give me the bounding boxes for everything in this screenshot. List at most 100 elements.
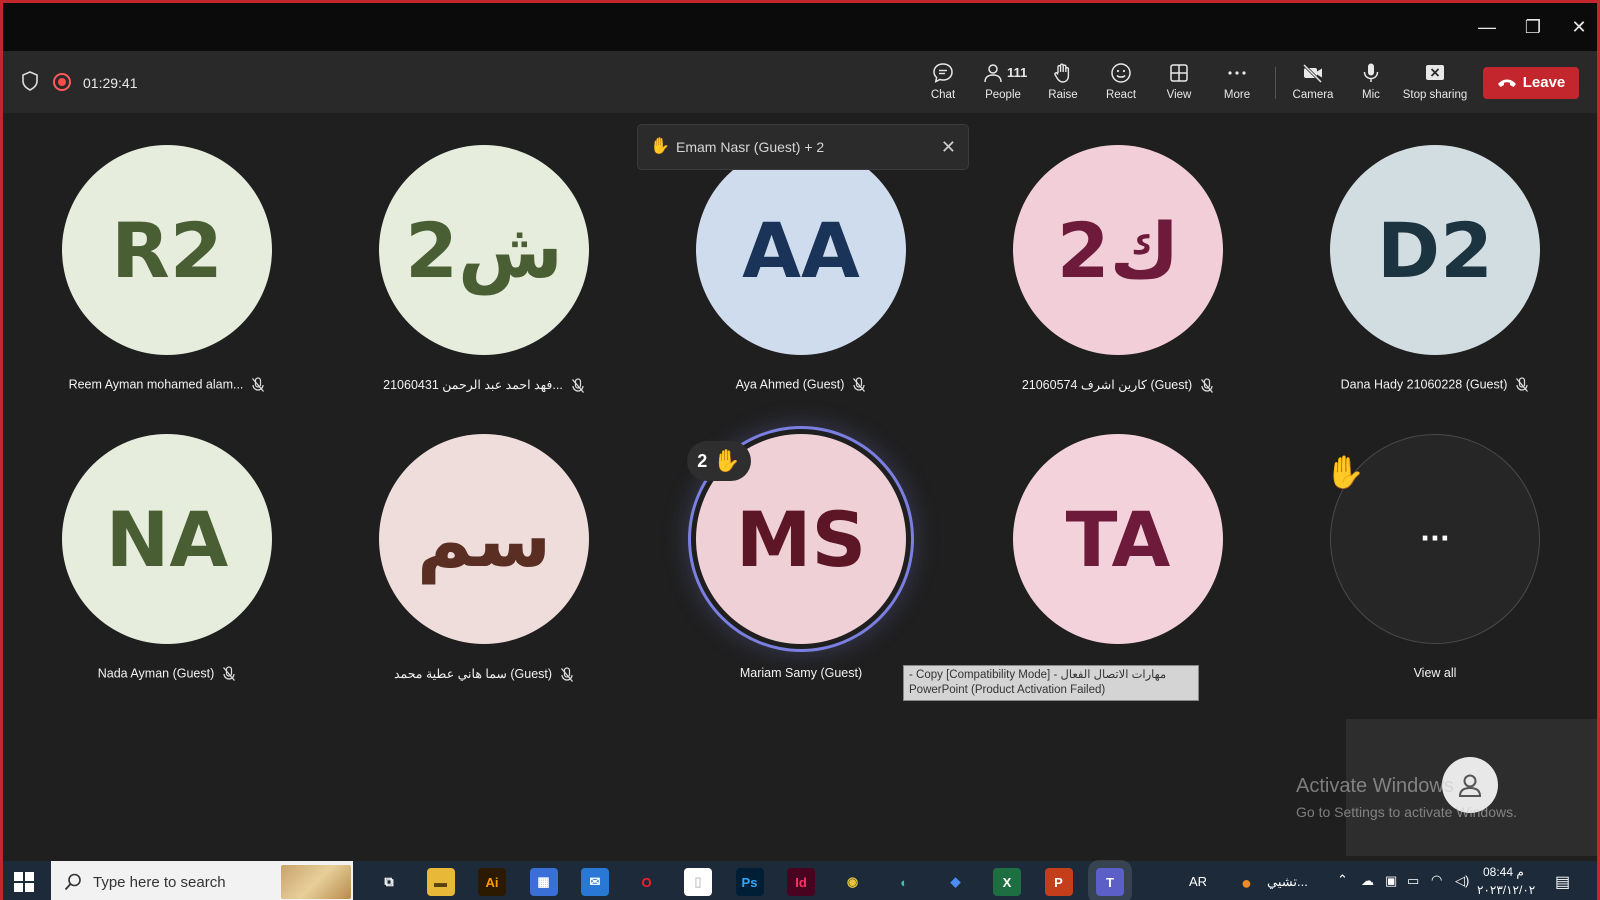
participant-tile[interactable]: AA Aya Ahmed (Guest): [651, 145, 951, 425]
participant-tile[interactable]: R2 Reem Ayman mohamed alam...: [17, 145, 317, 425]
raise-hand-button[interactable]: Raise: [1033, 61, 1093, 105]
mic-icon: [1363, 63, 1379, 82]
activate-windows-watermark: Activate Windows Go to Settings to activ…: [1296, 775, 1517, 820]
clock-time[interactable]: 08:44 م: [1483, 865, 1524, 879]
participant-tile[interactable]: D2 Dana Hady 21060228 (Guest): [1285, 145, 1585, 425]
wifi-icon[interactable]: ◠: [1431, 872, 1442, 888]
search-highlight-image: [281, 865, 351, 899]
grid-icon: [1170, 64, 1188, 82]
view-button[interactable]: View: [1149, 61, 1209, 105]
mic-off-icon: [223, 666, 236, 681]
meeting-timer: 01:29:41: [83, 75, 138, 91]
notifications-icon[interactable]: ▤: [1555, 872, 1570, 892]
avatar: TA: [1013, 434, 1223, 644]
ellipsis-icon: [1228, 71, 1246, 75]
more-button[interactable]: More: [1207, 61, 1267, 105]
view-label: View: [1166, 89, 1192, 101]
file-explorer-icon[interactable]: ▬: [426, 868, 455, 896]
teams-icon[interactable]: T: [1096, 868, 1124, 896]
react-label: React: [1105, 89, 1137, 101]
participant-name-row: Aya Ahmed (Guest): [651, 377, 951, 393]
avatar: NA: [62, 434, 272, 644]
mic-label: Mic: [1362, 89, 1380, 101]
powerpoint-icon[interactable]: P: [1044, 868, 1073, 896]
react-button[interactable]: React: [1091, 61, 1151, 105]
recording-icon: [53, 73, 71, 91]
people-button[interactable]: 111 People: [973, 61, 1033, 105]
chevron-up-icon[interactable]: ⌃: [1337, 872, 1348, 888]
meeting-toolbar: 01:29:41 Chat 111 People Raise React Vie…: [3, 51, 1597, 113]
camera-label: Camera: [1292, 89, 1334, 101]
maximize-button[interactable]: ❐: [1521, 15, 1545, 39]
participant-name: Nada Ayman (Guest): [97, 666, 215, 681]
meet-now-icon[interactable]: ▣: [1385, 873, 1397, 889]
mic-off-icon: [1201, 378, 1214, 393]
avatar: R2: [62, 145, 272, 355]
indesign-icon[interactable]: Id: [787, 868, 815, 896]
onedrive-icon[interactable]: ☁: [1361, 873, 1374, 889]
participant-name: Dana Hady 21060228 (Guest): [1340, 377, 1508, 392]
participant-name-row: فهد احمد عبد الرحمن 21060431...: [334, 377, 634, 394]
stop-share-icon: [1426, 65, 1444, 80]
participant-tile[interactable]: NA Nada Ayman (Guest): [17, 434, 317, 714]
language-indicator[interactable]: AR: [1189, 874, 1207, 889]
battery-icon[interactable]: ▭: [1407, 873, 1419, 889]
excel-icon[interactable]: X: [993, 868, 1021, 896]
mic-off-icon: [853, 377, 866, 392]
avatar: ك2: [1013, 145, 1223, 355]
photoshop-icon[interactable]: Ps: [735, 868, 764, 896]
raised-hand-badge: 2 ✋: [687, 441, 751, 481]
windows-taskbar: Type here to search ⧉ ▬ Ai ▦ ✉ O ▯ Ps Id ◉ ◐ ◆ X P T A…: [3, 861, 1597, 900]
opera-icon[interactable]: O: [633, 868, 661, 896]
activate-windows-title: Activate Windows: [1296, 775, 1454, 797]
chat-button[interactable]: Chat: [913, 61, 973, 105]
weather-text[interactable]: تشيي...: [1267, 874, 1308, 890]
raised-hand-notification[interactable]: ✋ Emam Nasr (Guest) + 2 ✕: [637, 124, 969, 170]
illustrator-icon[interactable]: Ai: [478, 868, 506, 896]
windows-start-icon[interactable]: [13, 871, 35, 893]
leave-label: Leave: [1522, 74, 1566, 91]
mic-off-icon: [252, 377, 265, 392]
participant-name-row: Nada Ayman (Guest): [17, 666, 317, 682]
participant-tile[interactable]: سم سما هاني عطية محمد (Guest): [334, 434, 634, 714]
participant-name-row: Reem Ayman mohamed alam...: [17, 377, 317, 393]
participant-name: Aya Ahmed (Guest): [735, 377, 845, 392]
avatar: سم: [379, 434, 589, 644]
hand-icon: [1054, 63, 1070, 83]
raised-hand-count: 2: [697, 450, 708, 471]
mail-icon[interactable]: ✉: [581, 868, 609, 896]
people-count: 111: [1007, 65, 1028, 80]
participant-name-row: سما هاني عطية محمد (Guest): [334, 666, 634, 683]
close-window-button[interactable]: ✕: [1567, 15, 1591, 39]
weather-icon: ●: [1241, 873, 1252, 893]
edge-icon[interactable]: ◐: [890, 868, 918, 896]
shield-icon[interactable]: [21, 71, 39, 91]
task-view-icon[interactable]: ⧉: [375, 868, 403, 896]
tooltip-line-1: مهارات الاتصال الفعال - Copy [Compatibil…: [909, 669, 1167, 681]
stop-sharing-button[interactable]: Stop sharing: [1399, 61, 1471, 105]
participant-tile[interactable]: ش2 فهد احمد عبد الرحمن 21060431...: [334, 145, 634, 425]
taskbar-search-box[interactable]: Type here to search: [51, 861, 353, 900]
minimize-button[interactable]: —: [1475, 15, 1499, 39]
notepad-icon[interactable]: ▯: [684, 868, 712, 896]
view-all-label: View all: [1413, 666, 1457, 680]
avatar: ش2: [379, 145, 589, 355]
store-icon[interactable]: ▦: [529, 868, 558, 896]
participant-name-row: Dana Hady 21060228 (Guest): [1285, 377, 1585, 393]
notification-text: Emam Nasr (Guest) + 2: [676, 139, 825, 155]
close-icon[interactable]: ✕: [941, 137, 956, 158]
power-automate-icon[interactable]: ◆: [942, 868, 970, 896]
leave-button[interactable]: Leave: [1483, 67, 1579, 99]
chrome-icon[interactable]: ◉: [839, 868, 867, 896]
chat-icon: [933, 63, 953, 83]
mic-off-icon: [571, 378, 584, 393]
search-placeholder: Type here to search: [93, 874, 226, 891]
volume-icon[interactable]: ◁): [1455, 873, 1469, 889]
mic-off-icon: [561, 667, 574, 682]
raised-hand-icon: ✋: [650, 138, 670, 155]
mic-button[interactable]: Mic: [1341, 61, 1401, 105]
participant-tile[interactable]: ك2 كارين اشرف 21060574 (Guest): [968, 145, 1268, 425]
raised-hand-icon: ✋: [1325, 454, 1365, 490]
camera-button[interactable]: Camera: [1283, 61, 1343, 105]
clock-date[interactable]: ٢٠٢٣/١٢/٠٢: [1477, 883, 1535, 897]
